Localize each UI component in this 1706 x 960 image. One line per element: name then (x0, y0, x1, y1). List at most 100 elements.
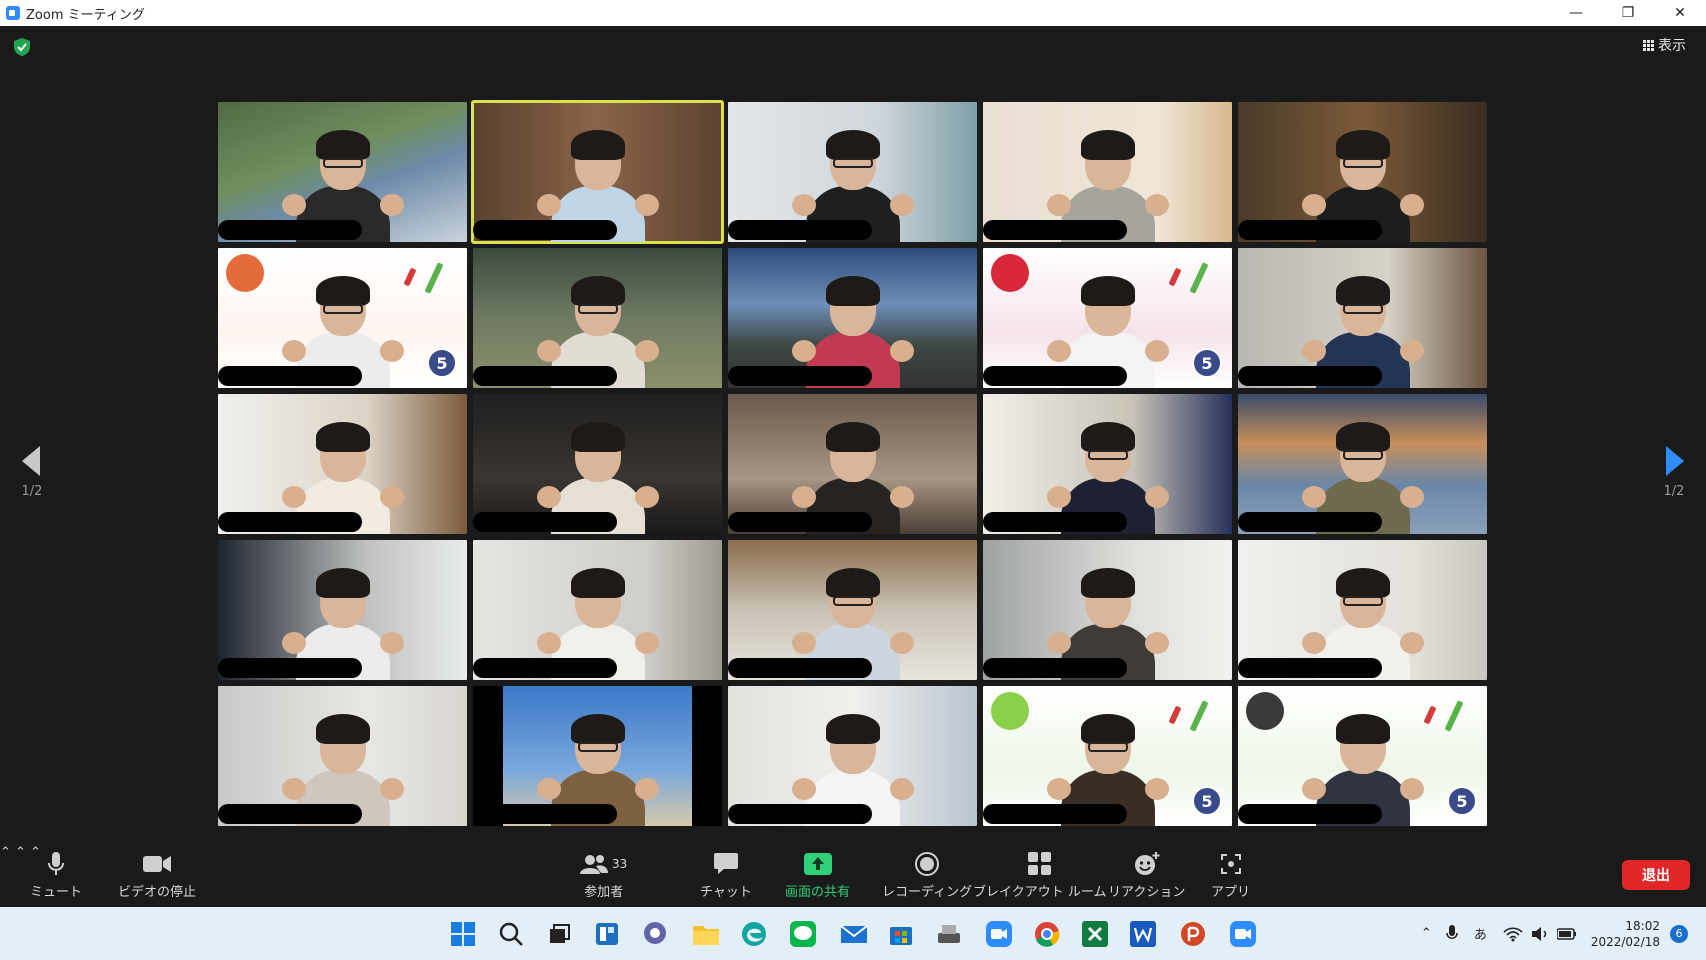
excel-icon[interactable] (1082, 921, 1108, 947)
pencil-decoration (424, 262, 444, 294)
redacted-name-label (218, 804, 363, 824)
speaker-icon[interactable] (1531, 926, 1549, 942)
notification-badge[interactable]: 6 (1670, 924, 1688, 943)
meeting-area: 表示 1/2 1/2 5 5 5 5 (0, 26, 1706, 845)
participant-video-tile[interactable] (983, 102, 1232, 242)
redacted-name-label (218, 220, 363, 240)
record-icon (915, 852, 940, 876)
participants-button[interactable]: 33 参加者 (580, 851, 627, 900)
leave-meeting-button[interactable]: 退出 (1622, 860, 1690, 890)
pencil-decoration (403, 267, 417, 287)
audio-options-caret[interactable]: ⌃ (0, 845, 11, 860)
previous-page-button[interactable]: 1/2 (12, 446, 52, 499)
pencil-decoration (1168, 705, 1182, 725)
next-page-button[interactable]: 1/2 (1654, 446, 1694, 499)
word-icon[interactable] (1130, 921, 1156, 947)
participant-video-tile[interactable] (473, 540, 722, 680)
redacted-name-label (728, 804, 873, 824)
participant-video-tile[interactable] (983, 540, 1232, 680)
line-app-icon[interactable] (790, 921, 816, 947)
restore-icon[interactable]: ❐ (1602, 0, 1654, 26)
ime-indicator[interactable]: あ (1474, 924, 1487, 943)
chat-button[interactable]: チャット (700, 851, 752, 900)
microphone-tray-icon[interactable] (1446, 924, 1458, 943)
record-button[interactable]: レコーディング (882, 851, 972, 900)
participant-video-tile[interactable] (728, 540, 977, 680)
participant-video-tile[interactable] (1238, 394, 1487, 534)
powerpoint-icon[interactable] (1180, 921, 1206, 947)
participant-video-tile[interactable]: 5 (218, 248, 467, 388)
apps-button[interactable]: アプリ (1211, 851, 1250, 900)
participant-video-tile[interactable] (728, 248, 977, 388)
participant-video-tile[interactable] (218, 102, 467, 242)
participant-video-tile[interactable]: 5 (983, 248, 1232, 388)
redacted-name-label (983, 220, 1128, 240)
participant-video-tile[interactable] (1238, 540, 1487, 680)
redacted-name-label (218, 658, 363, 678)
wifi-icon[interactable] (1503, 926, 1523, 942)
teams-chat-icon[interactable] (642, 921, 668, 947)
zoom-taskbar-icon[interactable] (986, 921, 1012, 947)
virtual-background-sticker (1246, 692, 1284, 730)
participant-video-tile[interactable] (728, 394, 977, 534)
participant-video-tile[interactable] (1238, 248, 1487, 388)
zoom-active-taskbar-icon[interactable] (1230, 921, 1256, 947)
redacted-name-label (473, 366, 618, 386)
background-number-badge: 5 (427, 348, 457, 378)
breakout-rooms-icon (1027, 852, 1051, 875)
participant-video-tile[interactable]: 5 (983, 686, 1232, 826)
redacted-name-label (983, 804, 1128, 824)
zoom-app-icon (6, 6, 20, 20)
chat-icon (713, 853, 738, 874)
participant-video-tile[interactable] (473, 248, 722, 388)
scanner-icon[interactable] (936, 921, 962, 947)
grid-view-icon (1643, 39, 1654, 51)
share-screen-button[interactable]: 画面の共有 (785, 851, 850, 900)
participant-video-tile[interactable] (471, 100, 724, 244)
virtual-background-sticker (991, 692, 1029, 730)
mail-icon[interactable] (840, 921, 868, 947)
participants-count: 33 (612, 857, 628, 871)
chevron-up-icon[interactable]: ⌃ (1421, 926, 1432, 941)
breakout-rooms-button[interactable]: ブレイクアウト ルーム (973, 851, 1106, 900)
redacted-name-label (983, 512, 1128, 532)
redacted-name-label (1238, 220, 1383, 240)
battery-icon[interactable] (1556, 927, 1577, 941)
task-view-icon[interactable] (546, 921, 572, 947)
edge-browser-icon[interactable] (741, 921, 767, 947)
microphone-icon (48, 852, 64, 875)
chevron-left-icon (22, 446, 40, 476)
participant-video-tile[interactable]: 5 (1238, 686, 1487, 826)
reactions-button[interactable]: リアクション (1108, 851, 1185, 900)
participant-video-tile[interactable] (728, 102, 977, 242)
minimize-icon[interactable]: — (1550, 0, 1602, 26)
redacted-name-label (728, 366, 873, 386)
widgets-icon[interactable] (594, 921, 620, 947)
page-indicator-left: 1/2 (21, 484, 43, 499)
redacted-name-label (1238, 658, 1383, 678)
participant-video-tile[interactable] (473, 394, 722, 534)
pencil-decoration (1189, 262, 1209, 294)
stop-video-button[interactable]: ビデオの停止 (118, 851, 196, 900)
redacted-name-label (1238, 804, 1383, 824)
start-icon[interactable] (450, 921, 476, 947)
search-icon[interactable] (498, 921, 524, 947)
view-button[interactable]: 表示 (1643, 35, 1686, 55)
file-explorer-icon[interactable] (692, 921, 719, 947)
participant-video-tile[interactable] (983, 394, 1232, 534)
clock[interactable]: 18:02 2022/02/18 (1591, 918, 1660, 950)
participant-video-tile[interactable] (1238, 102, 1487, 242)
mute-button[interactable]: ミュート (30, 851, 82, 900)
close-icon[interactable]: ✕ (1654, 0, 1706, 26)
smiley-reaction-icon (1134, 852, 1160, 875)
redacted-name-label (728, 512, 873, 532)
store-icon[interactable] (888, 921, 914, 947)
participant-video-tile[interactable] (728, 686, 977, 826)
participant-video-tile[interactable] (218, 540, 467, 680)
participant-video-tile[interactable] (473, 686, 722, 826)
chrome-icon[interactable] (1034, 921, 1060, 947)
participant-video-tile[interactable] (218, 394, 467, 534)
participant-video-tile[interactable] (218, 686, 467, 826)
video-options-caret[interactable]: ⌃ (15, 845, 26, 860)
encryption-shield-icon[interactable] (14, 38, 30, 56)
